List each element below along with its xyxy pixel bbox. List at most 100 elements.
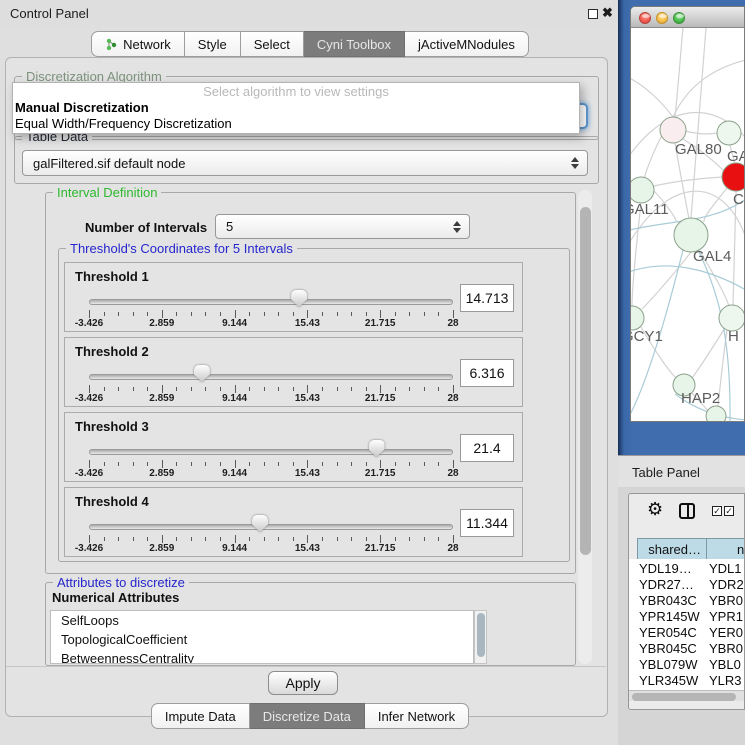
algorithm-dropdown-popup: Select algorithm to view settings Manual… — [12, 82, 580, 134]
list-item[interactable]: BetweennessCentrality — [51, 649, 473, 664]
threshold-4-value-field[interactable]: 11.344 — [460, 509, 514, 537]
tab-discretize-data[interactable]: Discretize Data — [250, 703, 365, 729]
threshold-2-panel: Threshold 2 -3.426 2.859 9.144 15.43 21.… — [64, 337, 523, 407]
panel-scrollbar[interactable] — [578, 190, 592, 664]
mac-close-icon[interactable] — [639, 12, 651, 24]
threshold-3-value-field[interactable]: 21.4 — [460, 434, 514, 462]
threshold-3-label: Threshold 3 — [75, 419, 149, 434]
table-panel-title: Table Panel — [632, 465, 700, 480]
attributes-list-scrollbar[interactable] — [474, 610, 487, 664]
table-data-value: galFiltered.sif default node — [33, 156, 185, 171]
threshold-3-ruler — [89, 460, 453, 468]
interval-definition-title: Interval Definition — [53, 185, 161, 200]
list-item[interactable]: TopologicalCoefficient — [51, 630, 473, 649]
network-window-titlebar[interactable] — [631, 7, 745, 28]
split-view-icon[interactable] — [679, 503, 695, 519]
table-row[interactable]: YBL079WYBL0 — [629, 657, 745, 673]
spinner-arrows-icon — [453, 221, 461, 233]
node-label: H — [728, 328, 739, 345]
threshold-3-slider[interactable] — [89, 449, 453, 455]
threshold-1-panel: Threshold 1 -3.426 2.859 9.144 15.43 21.… — [64, 262, 523, 332]
node-label: GAL80 — [675, 141, 722, 158]
number-of-intervals-combobox[interactable]: 5 — [215, 214, 470, 239]
table-row[interactable]: YDR27…YDR2 — [629, 577, 745, 593]
tab-network[interactable]: Network — [91, 31, 185, 57]
list-item[interactable]: SelfLoops — [51, 611, 473, 630]
node-gal80[interactable] — [660, 117, 686, 143]
checkbox-icon-1[interactable]: ✓ — [712, 506, 722, 516]
table-data-combobox[interactable]: galFiltered.sif default node — [22, 150, 588, 176]
node-label: GA — [727, 148, 745, 165]
table-header-row: shared… na — [629, 538, 745, 560]
network-icon — [105, 38, 118, 51]
node-gal4[interactable] — [674, 218, 708, 252]
top-tab-bar: Network Style Select Cyni Toolbox jActiv… — [0, 31, 620, 57]
threshold-1-label: Threshold 1 — [75, 269, 149, 284]
table-row[interactable]: YBR043CYBR0 — [629, 593, 745, 609]
threshold-1-ruler — [89, 310, 453, 318]
tab-cyni-toolbox[interactable]: Cyni Toolbox — [304, 31, 405, 57]
threshold-2-value-field[interactable]: 6.316 — [460, 359, 514, 387]
network-canvas[interactable]: GAL80 GA C GAL11 GAL4 GCY1 H HAP2 — [631, 28, 745, 422]
tab-label: Network — [123, 37, 171, 52]
threshold-3-panel: Threshold 3 -3.426 2.859 9.144 15.43 21.… — [64, 412, 523, 482]
threshold-4-label: Threshold 4 — [75, 494, 149, 509]
combo-arrows-icon — [571, 157, 579, 169]
numerical-attributes-label: Numerical Attributes — [52, 590, 179, 605]
node-gal11[interactable] — [631, 177, 654, 203]
table-rows: YDL19…YDL1 YDR27…YDR2 YBR043CYBR0 YPR145… — [629, 559, 745, 690]
float-icon[interactable] — [588, 9, 598, 19]
network-graph: GAL80 GA C GAL11 GAL4 GCY1 H HAP2 — [631, 28, 745, 422]
column-header-name[interactable]: na — [706, 538, 745, 560]
node-label: HAP2 — [681, 390, 720, 407]
table-row[interactable]: YLR345WYLR3 — [629, 673, 745, 689]
mac-minimize-icon[interactable] — [656, 12, 668, 24]
threshold-2-slider[interactable] — [89, 374, 453, 380]
table-row[interactable]: YPR145WYPR1 — [629, 609, 745, 625]
control-panel-titlebar: Control Panel ✖ — [0, 0, 620, 26]
threshold-4-slider[interactable] — [89, 524, 453, 530]
threshold-1-slider[interactable] — [89, 299, 453, 305]
divider — [6, 666, 606, 667]
close-icon[interactable]: ✖ — [602, 5, 613, 21]
node-label: GCY1 — [631, 328, 663, 345]
dropdown-hint: Select algorithm to view settings — [13, 83, 579, 100]
tab-select[interactable]: Select — [241, 31, 304, 57]
number-of-intervals-label: Number of Intervals — [85, 220, 207, 235]
dropdown-item-manual[interactable]: Manual Discretization — [13, 100, 579, 116]
tab-infer-network[interactable]: Infer Network — [365, 703, 469, 729]
table-row[interactable]: YBR045CYBR0 — [629, 641, 745, 657]
node-gcy1[interactable] — [631, 306, 644, 330]
threshold-4-panel: Threshold 4 -3.426 2.859 9.144 15.43 21.… — [64, 487, 523, 557]
threshold-4-ruler — [89, 535, 453, 543]
threshold-2-label: Threshold 2 — [75, 344, 149, 359]
tab-impute-data[interactable]: Impute Data — [151, 703, 250, 729]
attributes-group-title: Attributes to discretize — [53, 575, 189, 590]
network-window: GAL80 GA C GAL11 GAL4 GCY1 H HAP2 — [630, 6, 745, 422]
node-red-selected[interactable] — [722, 163, 745, 191]
table-row[interactable]: YDL19…YDL1 — [629, 561, 745, 577]
node-label: C — [733, 191, 744, 208]
tab-style[interactable]: Style — [185, 31, 241, 57]
gear-icon[interactable]: ⚙ — [647, 499, 663, 520]
thresholds-group-title: Threshold's Coordinates for 5 Intervals — [66, 241, 297, 256]
node-partial-bottom[interactable] — [706, 406, 726, 422]
threshold-1-value-field[interactable]: 14.713 — [460, 284, 514, 312]
threshold-2-ruler — [89, 385, 453, 393]
tab-jactivemnodules[interactable]: jActiveMNodules — [405, 31, 529, 57]
column-header-shared[interactable]: shared… — [637, 538, 707, 560]
table-panel-titlebar: Table Panel — [618, 455, 745, 487]
table-row[interactable]: YER054CYER0 — [629, 625, 745, 641]
dropdown-item-equal-width[interactable]: Equal Width/Frequency Discretization — [13, 116, 579, 132]
numerical-attributes-list[interactable]: SelfLoops TopologicalCoefficient Between… — [50, 610, 474, 664]
apply-button[interactable]: Apply — [268, 671, 338, 695]
bottom-tab-bar: Impute Data Discretize Data Infer Networ… — [0, 703, 620, 729]
window-title: Control Panel — [10, 6, 89, 21]
node-label: GAL11 — [631, 201, 669, 218]
checkbox-icon-2[interactable]: ✓ — [724, 506, 734, 516]
mac-zoom-icon[interactable] — [673, 12, 685, 24]
table-horizontal-scrollbar[interactable] — [629, 690, 745, 701]
table-window: ⚙ ✓ ✓ shared… na YDL19…YDL1 YDR27…YDR2 Y… — [628, 493, 745, 710]
node-label: GAL4 — [693, 248, 731, 265]
number-of-intervals-value: 5 — [226, 219, 233, 234]
